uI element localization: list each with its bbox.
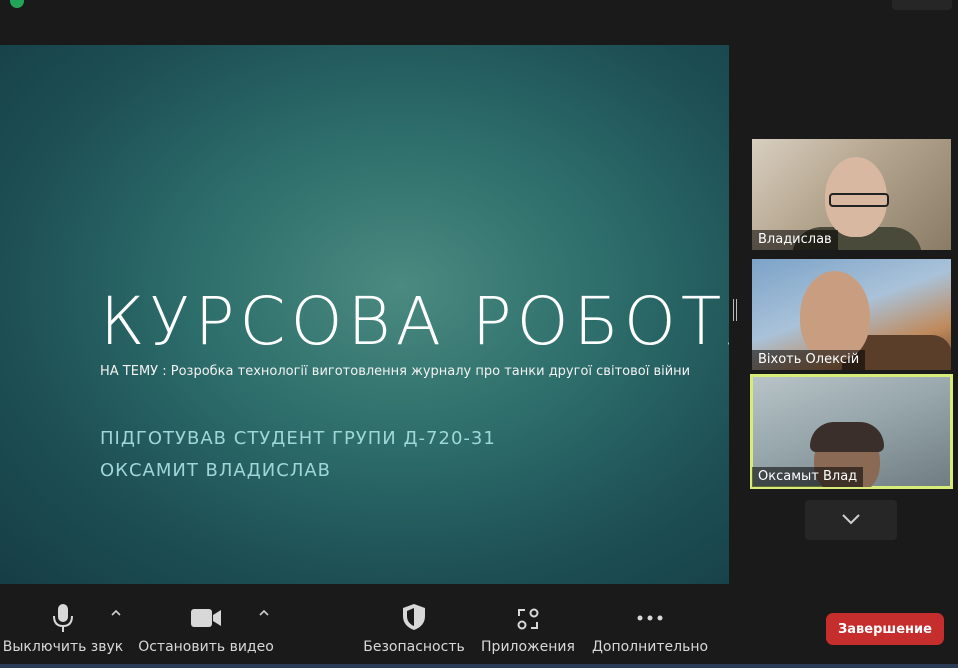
- participant-video: [810, 422, 884, 452]
- more-label: Дополнительно: [591, 639, 709, 655]
- more-dots-icon: [637, 615, 663, 621]
- view-options-button[interactable]: [892, 0, 952, 10]
- participant-tile-active-speaker[interactable]: Оксамыт Влад: [750, 374, 953, 489]
- participant-video: [829, 193, 889, 207]
- end-meeting-button[interactable]: Завершение: [826, 613, 944, 645]
- participant-tile[interactable]: Віхоть Олексій: [752, 259, 951, 370]
- slide-title: КУРСОВА РОБОТА: [100, 283, 729, 360]
- chevron-down-icon: [842, 514, 860, 525]
- slide-topic: НА ТЕМУ : Розробка технології виготовлен…: [100, 364, 691, 379]
- participant-video: [800, 271, 870, 361]
- split-view-handle[interactable]: [733, 299, 738, 321]
- video-camera-icon: [191, 609, 221, 627]
- security-label: Безопасность: [363, 639, 465, 655]
- video-options-chevron-icon[interactable]: [258, 607, 270, 619]
- participant-name: Оксамыт Влад: [752, 467, 864, 487]
- participant-name: Владислав: [752, 230, 838, 250]
- apps-label: Приложения: [481, 639, 575, 655]
- window-top-bar: [0, 0, 958, 14]
- os-taskbar-edge: [0, 664, 958, 668]
- participant-tile[interactable]: Владислав: [752, 139, 951, 250]
- shield-icon: [403, 604, 425, 630]
- meeting-toolbar: Выключить звук Остановить видео Безопасн…: [0, 595, 958, 668]
- slide-author: ОКСАМИТ ВЛАДИСЛАВ: [100, 460, 332, 481]
- shared-screen-slide: КУРСОВА РОБОТА НА ТЕМУ : Розробка технол…: [0, 45, 729, 584]
- slide-prepared-by: ПІДГОТУВАВ СТУДЕНТ ГРУПИ Д-720-31: [100, 428, 496, 449]
- encryption-shield-icon[interactable]: [10, 0, 24, 8]
- participant-name: Віхоть Олексій: [752, 350, 866, 370]
- mute-label: Выключить звук: [2, 639, 124, 655]
- stop-video-label: Остановить видео: [138, 639, 274, 655]
- apps-icon: [517, 608, 539, 630]
- mute-options-chevron-icon[interactable]: [110, 607, 122, 619]
- scroll-participants-button[interactable]: [805, 500, 897, 540]
- microphone-icon: [53, 604, 73, 632]
